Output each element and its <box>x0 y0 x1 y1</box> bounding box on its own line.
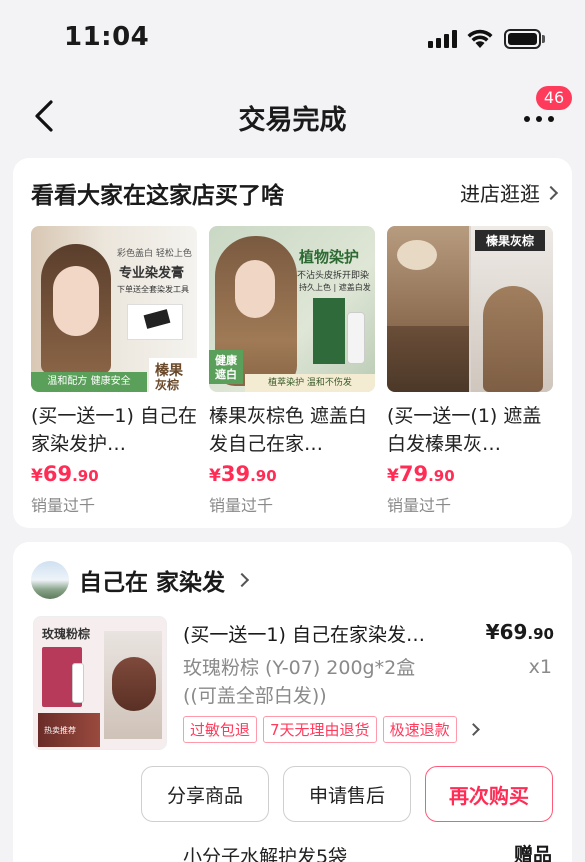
thumbnail-text: 玫瑰粉棕 <box>42 627 91 641</box>
visit-store-link[interactable]: 进店逛逛 <box>460 178 559 207</box>
product-card[interactable]: 植物染护 不沾头皮拆开即染 持久上色 | 遮盖白发 健康 遮白 植萃染护 温和不… <box>209 226 375 516</box>
price-symbol: ¥ <box>209 466 221 486</box>
product-image: 榛果灰棕 <box>387 226 553 392</box>
product-sales: 销量过千 <box>387 496 452 515</box>
product-price: ¥79.90 <box>387 462 553 486</box>
product-name: (买一送一1) 自己在家染发护… <box>31 405 197 455</box>
status-time: 11:04 <box>64 22 150 52</box>
product-image-text: 植物染护 <box>299 248 360 266</box>
price-symbol: ¥ <box>485 620 500 644</box>
page-title: 交易完成 <box>238 105 347 136</box>
order-card: 自己在 家染发 玫瑰粉棕 热卖推荐 (买一送一1) 自己在家染发… ¥69.90… <box>13 542 572 862</box>
product-image: 彩色盖白 轻松上色 专业染发膏 下单送全套染发工具 温和配方 健康安全 榛果 灰… <box>31 226 197 392</box>
store-link[interactable]: 自己在 家染发 <box>31 560 250 600</box>
share-product-button[interactable]: 分享商品 <box>141 766 269 822</box>
product-image-text: 不沾头皮拆开即染 <box>297 271 370 281</box>
product-image: 植物染护 不沾头皮拆开即染 持久上色 | 遮盖白发 健康 遮白 植萃染护 温和不… <box>209 226 375 392</box>
message-count-badge: 46 <box>536 86 572 110</box>
thumbnail-text: 热卖推荐 <box>44 726 76 735</box>
product-image-text: 持久上色 | 遮盖白发 <box>299 283 371 292</box>
nav-bar: 交易完成 <box>0 84 585 148</box>
product-image-text: 榛果灰棕 <box>475 230 545 251</box>
wifi-icon <box>467 29 493 48</box>
product-image-text: 遮白 <box>209 366 243 384</box>
more-dots-icon <box>524 116 554 122</box>
product-image-text: 植萃染护 温和不伤发 <box>245 374 375 392</box>
product-image-text: 彩色盖白 轻松上色 <box>117 249 192 259</box>
service-tag: 7天无理由退货 <box>263 716 377 743</box>
gift-label: 赠品 <box>513 844 552 862</box>
apply-after-sale-button[interactable]: 申请售后 <box>283 766 411 822</box>
gift-item-name: 小分子水解护发5袋 <box>183 846 348 862</box>
price-integer: 69 <box>42 462 73 486</box>
price-decimal: .90 <box>72 467 99 485</box>
product-image-text: 下单送全套染发工具 <box>117 285 189 294</box>
battery-icon <box>504 29 546 49</box>
service-tag: 极速退款 <box>382 716 457 743</box>
price-integer: 69 <box>499 620 528 644</box>
price-symbol: ¥ <box>31 466 43 486</box>
order-item-spec: 玫瑰粉棕 (Y-07) 200g*2盒 ((可盖全部白发)) <box>183 654 483 710</box>
order-item-thumbnail[interactable]: 玫瑰粉棕 热卖推荐 <box>33 616 167 750</box>
buy-again-button[interactable]: 再次购买 <box>425 766 553 822</box>
price-decimal: .90 <box>250 467 277 485</box>
price-decimal: .90 <box>527 625 554 643</box>
product-image-text: 温和配方 健康安全 <box>31 372 147 392</box>
order-item-price: ¥69.90 <box>486 620 554 644</box>
chevron-right-icon <box>234 572 250 588</box>
store-avatar <box>31 561 69 599</box>
product-card[interactable]: 榛果灰棕 (买一送一(1) 遮盖白发榛果灰… ¥79.90 销量过千 <box>387 226 553 516</box>
product-name: 榛果灰棕色 遮盖白发自己在家… <box>209 405 368 455</box>
product-sales: 销量过千 <box>209 496 274 515</box>
store-recommendations-card: 看看大家在这家店买了啥 进店逛逛 彩色盖白 轻松上色 专业染发膏 下单送全套染发… <box>13 158 572 528</box>
product-list: 彩色盖白 轻松上色 专业染发膏 下单送全套染发工具 温和配方 健康安全 榛果 灰… <box>31 226 571 516</box>
price-integer: 79 <box>398 462 429 486</box>
price-decimal: .90 <box>428 467 455 485</box>
service-tags[interactable]: 过敏包退 7天无理由退货 极速退款 <box>183 716 480 743</box>
price-integer: 39 <box>220 462 251 486</box>
recommendations-title: 看看大家在这家店买了啥 <box>31 183 284 209</box>
order-actions: 分享商品 申请售后 再次购买 <box>141 766 553 822</box>
visit-store-label: 进店逛逛 <box>460 182 540 206</box>
product-price: ¥39.90 <box>209 462 375 486</box>
store-name: 自己在 家染发 <box>79 570 226 596</box>
price-symbol: ¥ <box>387 466 399 486</box>
spec-line: ((可盖全部白发)) <box>183 685 327 707</box>
service-tag: 过敏包退 <box>183 716 258 743</box>
product-card[interactable]: 彩色盖白 轻松上色 专业染发膏 下单送全套染发工具 温和配方 健康安全 榛果 灰… <box>31 226 197 516</box>
chevron-right-icon <box>543 185 559 200</box>
product-sales: 销量过千 <box>31 496 96 515</box>
product-image-text: 专业染发膏 <box>119 266 185 281</box>
product-image-text: 灰棕 <box>155 378 180 392</box>
order-item-quantity: x1 <box>528 656 552 678</box>
status-bar: 11:04 <box>0 0 585 78</box>
chevron-right-icon <box>466 723 480 736</box>
product-name: (买一送一(1) 遮盖白发榛果灰… <box>387 405 542 455</box>
order-item-title[interactable]: (买一送一1) 自己在家染发… <box>183 620 473 647</box>
cellular-signal-icon <box>428 30 458 48</box>
spec-line: 玫瑰粉棕 (Y-07) 200g*2盒 <box>183 657 416 679</box>
product-price: ¥69.90 <box>31 462 197 486</box>
